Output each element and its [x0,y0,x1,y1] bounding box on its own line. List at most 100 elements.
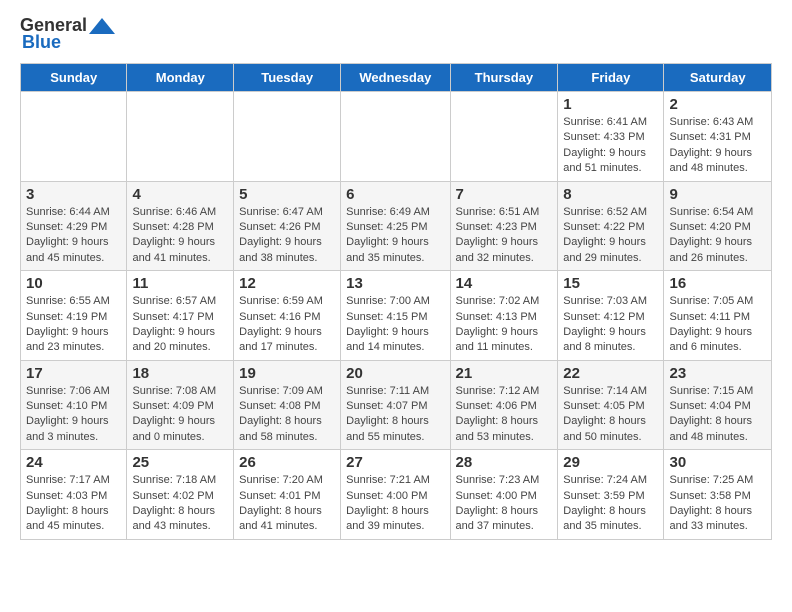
calendar-cell: 10 Sunrise: 6:55 AM Sunset: 4:19 PM Dayli… [21,271,127,361]
day-number: 13 [346,275,444,292]
day-number: 10 [26,275,121,292]
page-container: General Blue SundayMondayTuesdayWednesda… [0,0,792,555]
day-info: Sunrise: 7:08 AM Sunset: 4:09 PM Dayligh… [132,384,228,446]
day-number: 3 [26,186,121,203]
day-number: 4 [132,186,228,203]
calendar-week-0: 1 Sunrise: 6:41 AM Sunset: 4:33 PM Daylig… [21,92,772,182]
day-number: 14 [456,275,553,292]
day-info: Sunrise: 7:17 AM Sunset: 4:03 PM Dayligh… [26,473,121,535]
logo: General Blue [20,15,117,53]
calendar-header-friday: Friday [558,64,664,92]
day-info: Sunrise: 7:02 AM Sunset: 4:13 PM Dayligh… [456,294,553,356]
calendar-header-saturday: Saturday [664,64,772,92]
calendar-cell: 28 Sunrise: 7:23 AM Sunset: 4:00 PM Dayli… [450,450,558,540]
calendar-week-1: 3 Sunrise: 6:44 AM Sunset: 4:29 PM Daylig… [21,181,772,271]
calendar-header-sunday: Sunday [21,64,127,92]
day-info: Sunrise: 7:11 AM Sunset: 4:07 PM Dayligh… [346,384,444,446]
day-info: Sunrise: 7:25 AM Sunset: 3:58 PM Dayligh… [669,473,766,535]
calendar-cell: 2Sunrise: 6:43 AM Sunset: 4:31 PM Daylig… [664,92,772,182]
day-number: 9 [669,186,766,203]
calendar-cell: 29 Sunrise: 7:24 AM Sunset: 3:59 PM Dayli… [558,450,664,540]
day-info: Sunrise: 7:24 AM Sunset: 3:59 PM Dayligh… [563,473,658,535]
calendar-header-row: SundayMondayTuesdayWednesdayThursdayFrid… [21,64,772,92]
calendar-cell: 15 Sunrise: 7:03 AM Sunset: 4:12 PM Dayli… [558,271,664,361]
calendar-cell: 26 Sunrise: 7:20 AM Sunset: 4:01 PM Dayli… [234,450,341,540]
calendar-week-4: 24 Sunrise: 7:17 AM Sunset: 4:03 PM Dayli… [21,450,772,540]
calendar-cell: 13 Sunrise: 7:00 AM Sunset: 4:15 PM Dayli… [341,271,450,361]
calendar-cell: 25Sunrise: 7:18 AM Sunset: 4:02 PM Dayli… [127,450,234,540]
calendar-week-3: 17Sunrise: 7:06 AM Sunset: 4:10 PM Dayli… [21,360,772,450]
calendar-cell: 16Sunrise: 7:05 AM Sunset: 4:11 PM Dayli… [664,271,772,361]
day-info: Sunrise: 6:47 AM Sunset: 4:26 PM Dayligh… [239,205,335,267]
day-info: Sunrise: 6:41 AM Sunset: 4:33 PM Dayligh… [563,115,658,177]
day-info: Sunrise: 6:52 AM Sunset: 4:22 PM Dayligh… [563,205,658,267]
day-number: 7 [456,186,553,203]
day-info: Sunrise: 7:21 AM Sunset: 4:00 PM Dayligh… [346,473,444,535]
day-number: 24 [26,454,121,471]
day-number: 28 [456,454,553,471]
calendar-cell: 17Sunrise: 7:06 AM Sunset: 4:10 PM Dayli… [21,360,127,450]
calendar-cell [127,92,234,182]
calendar-header-wednesday: Wednesday [341,64,450,92]
day-number: 2 [669,96,766,113]
day-number: 16 [669,275,766,292]
day-number: 17 [26,365,121,382]
calendar-cell: 1 Sunrise: 6:41 AM Sunset: 4:33 PM Daylig… [558,92,664,182]
day-number: 6 [346,186,444,203]
day-number: 26 [239,454,335,471]
day-info: Sunrise: 6:54 AM Sunset: 4:20 PM Dayligh… [669,205,766,267]
logo-blue-text: Blue [22,32,61,53]
calendar-cell: 22 Sunrise: 7:14 AM Sunset: 4:05 PM Dayli… [558,360,664,450]
calendar-cell: 14 Sunrise: 7:02 AM Sunset: 4:13 PM Dayli… [450,271,558,361]
calendar-cell: 8 Sunrise: 6:52 AM Sunset: 4:22 PM Daylig… [558,181,664,271]
day-info: Sunrise: 6:57 AM Sunset: 4:17 PM Dayligh… [132,294,228,356]
day-info: Sunrise: 7:14 AM Sunset: 4:05 PM Dayligh… [563,384,658,446]
day-info: Sunrise: 7:03 AM Sunset: 4:12 PM Dayligh… [563,294,658,356]
day-number: 12 [239,275,335,292]
day-info: Sunrise: 7:23 AM Sunset: 4:00 PM Dayligh… [456,473,553,535]
day-number: 22 [563,365,658,382]
calendar-cell: 9 Sunrise: 6:54 AM Sunset: 4:20 PM Daylig… [664,181,772,271]
day-number: 15 [563,275,658,292]
calendar-table: SundayMondayTuesdayWednesdayThursdayFrid… [20,63,772,540]
day-info: Sunrise: 7:15 AM Sunset: 4:04 PM Dayligh… [669,384,766,446]
day-number: 1 [563,96,658,113]
calendar-cell [341,92,450,182]
calendar-cell: 23 Sunrise: 7:15 AM Sunset: 4:04 PM Dayli… [664,360,772,450]
calendar-header-tuesday: Tuesday [234,64,341,92]
day-info: Sunrise: 7:09 AM Sunset: 4:08 PM Dayligh… [239,384,335,446]
day-info: Sunrise: 7:18 AM Sunset: 4:02 PM Dayligh… [132,473,228,535]
calendar-cell: 3 Sunrise: 6:44 AM Sunset: 4:29 PM Daylig… [21,181,127,271]
day-number: 19 [239,365,335,382]
day-info: Sunrise: 6:51 AM Sunset: 4:23 PM Dayligh… [456,205,553,267]
day-info: Sunrise: 7:20 AM Sunset: 4:01 PM Dayligh… [239,473,335,535]
calendar-cell: 24 Sunrise: 7:17 AM Sunset: 4:03 PM Dayli… [21,450,127,540]
calendar-cell: 6 Sunrise: 6:49 AM Sunset: 4:25 PM Daylig… [341,181,450,271]
day-info: Sunrise: 6:44 AM Sunset: 4:29 PM Dayligh… [26,205,121,267]
day-number: 29 [563,454,658,471]
calendar-cell: 20Sunrise: 7:11 AM Sunset: 4:07 PM Dayli… [341,360,450,450]
day-number: 11 [132,275,228,292]
calendar-week-2: 10 Sunrise: 6:55 AM Sunset: 4:19 PM Dayli… [21,271,772,361]
day-number: 23 [669,365,766,382]
calendar-cell [450,92,558,182]
day-number: 8 [563,186,658,203]
calendar-cell: 19 Sunrise: 7:09 AM Sunset: 4:08 PM Dayli… [234,360,341,450]
day-info: Sunrise: 7:00 AM Sunset: 4:15 PM Dayligh… [346,294,444,356]
day-info: Sunrise: 6:46 AM Sunset: 4:28 PM Dayligh… [132,205,228,267]
calendar-cell: 18Sunrise: 7:08 AM Sunset: 4:09 PM Dayli… [127,360,234,450]
day-info: Sunrise: 6:49 AM Sunset: 4:25 PM Dayligh… [346,205,444,267]
day-number: 21 [456,365,553,382]
day-info: Sunrise: 7:12 AM Sunset: 4:06 PM Dayligh… [456,384,553,446]
calendar-cell: 4 Sunrise: 6:46 AM Sunset: 4:28 PM Daylig… [127,181,234,271]
calendar-header-monday: Monday [127,64,234,92]
calendar-cell: 12 Sunrise: 6:59 AM Sunset: 4:16 PM Dayli… [234,271,341,361]
day-number: 30 [669,454,766,471]
day-number: 5 [239,186,335,203]
day-info: Sunrise: 6:59 AM Sunset: 4:16 PM Dayligh… [239,294,335,356]
day-number: 27 [346,454,444,471]
calendar-cell: 5 Sunrise: 6:47 AM Sunset: 4:26 PM Daylig… [234,181,341,271]
calendar-cell [21,92,127,182]
day-info: Sunrise: 6:55 AM Sunset: 4:19 PM Dayligh… [26,294,121,356]
logo-icon [87,16,117,36]
